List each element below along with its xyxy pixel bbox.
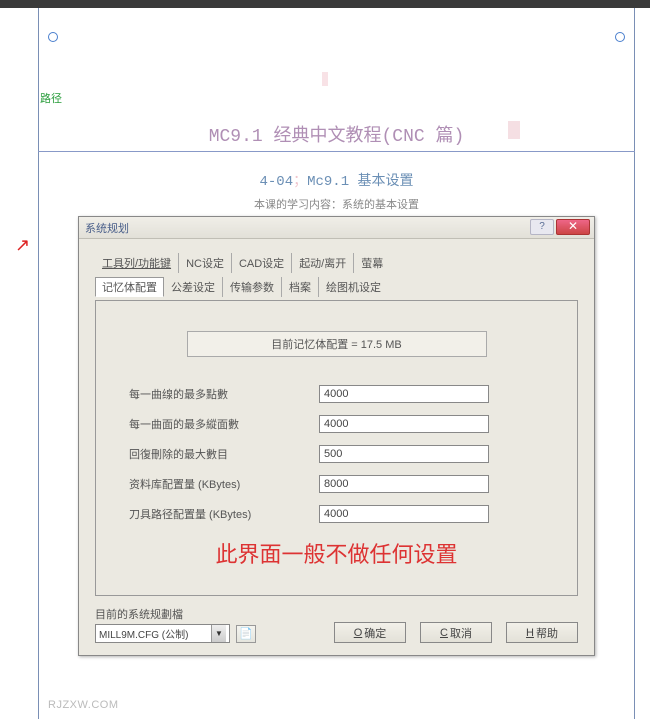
tab-toolbar[interactable]: 工具列/功能键 bbox=[95, 253, 179, 273]
config-file-select[interactable]: MILL9M.CFG (公制) ▼ bbox=[95, 624, 230, 643]
config-file-group: 目前的系统规劃檔 MILL9M.CFG (公制) ▼ 📄 bbox=[95, 606, 256, 643]
titlebar-help-button[interactable]: ? bbox=[530, 219, 554, 235]
tab-nc[interactable]: NC设定 bbox=[179, 253, 232, 273]
tab-startup[interactable]: 起动/离开 bbox=[292, 253, 354, 273]
row-undo-max: 回復刪除的最大數目 bbox=[114, 445, 559, 463]
dialog-titlebar[interactable]: 系统规划 ? ✕ bbox=[79, 217, 594, 239]
ok-mnemonic: O bbox=[354, 627, 363, 639]
subtitle-separator: ； bbox=[293, 174, 307, 190]
label-toolpath-alloc: 刀具路径配置量 (KBytes) bbox=[129, 506, 319, 522]
subtitle-prefix: 4-04 bbox=[259, 174, 293, 190]
input-surface-sections[interactable] bbox=[319, 415, 489, 433]
dialog-body: 工具列/功能键 NC设定 CAD设定 起动/离开 萤幕 记忆体配置 公差设定 传… bbox=[79, 239, 594, 655]
tab-row-1: 工具列/功能键 NC设定 CAD设定 起动/离开 萤幕 bbox=[95, 253, 578, 273]
document-icon: 📄 bbox=[239, 627, 253, 640]
input-toolpath-alloc[interactable] bbox=[319, 505, 489, 523]
tab-screen[interactable]: 萤幕 bbox=[354, 253, 390, 273]
titlebar-buttons: ? ✕ bbox=[530, 219, 590, 235]
tab-cad[interactable]: CAD设定 bbox=[232, 253, 292, 273]
label-undo-max: 回復刪除的最大數目 bbox=[129, 446, 319, 462]
path-label: 路径 bbox=[40, 90, 62, 106]
document-content: MC9.1 经典中文教程(CNC 篇) 4-04；Mc9.1 基本设置 本课的学… bbox=[38, 115, 635, 656]
browse-file-button[interactable]: 📄 bbox=[236, 625, 256, 643]
row-curve-points: 每一曲缐的最多點數 bbox=[114, 385, 559, 403]
marker-icon bbox=[322, 72, 328, 86]
dialog-bottom-area: 目前的系统规劃檔 MILL9M.CFG (公制) ▼ 📄 O确定 bbox=[95, 606, 578, 643]
tab-row-2: 记忆体配置 公差设定 传输参数 档案 绘图机设定 bbox=[95, 277, 578, 297]
page-title: MC9.1 经典中文教程(CNC 篇) bbox=[38, 115, 635, 152]
tab-comm[interactable]: 传输参数 bbox=[223, 277, 282, 297]
input-undo-max[interactable] bbox=[319, 445, 489, 463]
dialog-button-row: O确定 C取消 H帮助 bbox=[334, 622, 578, 643]
config-select-row: MILL9M.CFG (公制) ▼ 📄 bbox=[95, 624, 256, 643]
watermark: RJZXW.COM bbox=[48, 699, 119, 711]
help-label: 帮助 bbox=[536, 625, 558, 641]
memory-tab-panel: 目前记忆体配置 = 17.5 MB 每一曲缐的最多點數 每一曲面的最多縱面數 回… bbox=[95, 300, 578, 596]
lesson-description: 本课的学习内容：系统的基本设置 bbox=[38, 196, 635, 212]
chevron-down-icon: ▼ bbox=[211, 625, 226, 642]
row-db-alloc: 资料库配置量 (KBytes) bbox=[114, 475, 559, 493]
tab-tolerance[interactable]: 公差设定 bbox=[164, 277, 223, 297]
tab-files[interactable]: 档案 bbox=[282, 277, 319, 297]
tab-memory-active[interactable]: 记忆体配置 bbox=[95, 277, 164, 297]
app-top-bar bbox=[0, 0, 650, 8]
ok-label: 确定 bbox=[364, 625, 386, 641]
dialog-title: 系统规划 bbox=[85, 220, 129, 236]
subtitle: 4-04；Mc9.1 基本设置 bbox=[38, 170, 635, 190]
row-surface-sections: 每一曲面的最多縱面數 bbox=[114, 415, 559, 433]
help-mnemonic: H bbox=[526, 627, 534, 639]
anchor-top-right-icon bbox=[615, 32, 625, 42]
anchor-top-left-icon bbox=[48, 32, 58, 42]
label-curve-points: 每一曲缐的最多點數 bbox=[129, 386, 319, 402]
annotation-note: 此界面一般不做任何设置 bbox=[114, 537, 559, 569]
subtitle-text: Mc9.1 基本设置 bbox=[307, 174, 413, 190]
config-file-label: 目前的系统规劃檔 bbox=[95, 606, 256, 622]
cancel-label: 取消 bbox=[450, 625, 472, 641]
input-db-alloc[interactable] bbox=[319, 475, 489, 493]
cancel-button[interactable]: C取消 bbox=[420, 622, 492, 643]
config-file-value: MILL9M.CFG (公制) bbox=[99, 626, 188, 641]
titlebar-close-button[interactable]: ✕ bbox=[556, 219, 590, 235]
red-arrow-icon: ↗ bbox=[15, 235, 30, 256]
system-config-dialog: 系统规划 ? ✕ 工具列/功能键 NC设定 CAD设定 起动/离开 萤幕 记忆体… bbox=[78, 216, 595, 656]
ok-button[interactable]: O确定 bbox=[334, 622, 406, 643]
row-toolpath-alloc: 刀具路径配置量 (KBytes) bbox=[114, 505, 559, 523]
current-memory-display: 目前记忆体配置 = 17.5 MB bbox=[187, 331, 487, 357]
label-surface-sections: 每一曲面的最多縱面數 bbox=[129, 416, 319, 432]
label-db-alloc: 资料库配置量 (KBytes) bbox=[129, 476, 319, 492]
input-curve-points[interactable] bbox=[319, 385, 489, 403]
cancel-mnemonic: C bbox=[440, 627, 448, 639]
help-button[interactable]: H帮助 bbox=[506, 622, 578, 643]
tab-plotter[interactable]: 绘图机设定 bbox=[319, 277, 388, 297]
